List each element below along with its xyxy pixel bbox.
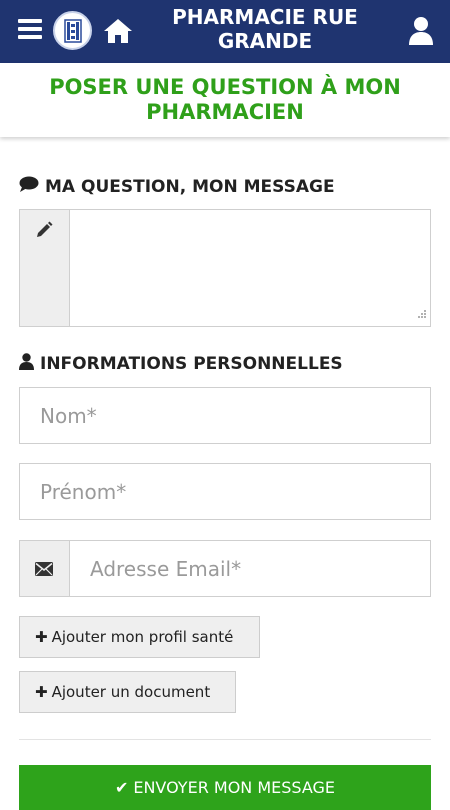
message-input-group [19,209,431,327]
personal-info-section-title: INFORMATIONS PERSONNELLES [19,353,343,375]
email-addon [20,541,70,596]
plus-icon: ✚ [35,628,48,646]
comment-icon [19,176,39,198]
first-name-field [19,463,431,520]
resize-handle-icon[interactable] [417,304,427,323]
user-icon[interactable] [408,16,434,46]
personal-info-section-label: INFORMATIONS PERSONNELLES [40,354,343,374]
user-icon [19,353,34,375]
home-icon[interactable] [103,17,133,45]
app-title: PHARMACIE RUE GRANDE [172,5,358,53]
page-title: POSER UNE QUESTION À MON PHARMACIEN [49,75,401,124]
check-icon: ✔ [114,778,129,797]
message-section-title: MA QUESTION, MON MESSAGE [19,176,335,198]
email-input[interactable] [70,541,430,596]
message-textarea[interactable] [70,210,430,326]
hamburger-menu-icon[interactable] [18,19,42,39]
first-name-input[interactable] [20,464,430,519]
plus-icon: ✚ [35,683,48,701]
email-field [19,540,431,597]
add-document-button[interactable]: ✚ Ajouter un document [19,671,236,713]
last-name-input[interactable] [20,388,430,443]
last-name-field [19,387,431,444]
pharmacy-logo[interactable] [53,11,92,50]
message-section-label: MA QUESTION, MON MESSAGE [45,177,335,197]
send-message-label: ENVOYER MON MESSAGE [133,778,336,797]
add-document-label: Ajouter un document [51,683,211,701]
send-message-button[interactable]: ✔ ENVOYER MON MESSAGE [19,765,431,810]
add-health-profile-button[interactable]: ✚ Ajouter mon profil santé [19,616,260,658]
divider [19,739,431,740]
message-addon [20,210,70,326]
top-navigation-bar: PHARMACIE RUE GRANDE [0,0,450,63]
page-header: POSER UNE QUESTION À MON PHARMACIEN [0,63,450,137]
add-health-profile-label: Ajouter mon profil santé [51,628,234,646]
